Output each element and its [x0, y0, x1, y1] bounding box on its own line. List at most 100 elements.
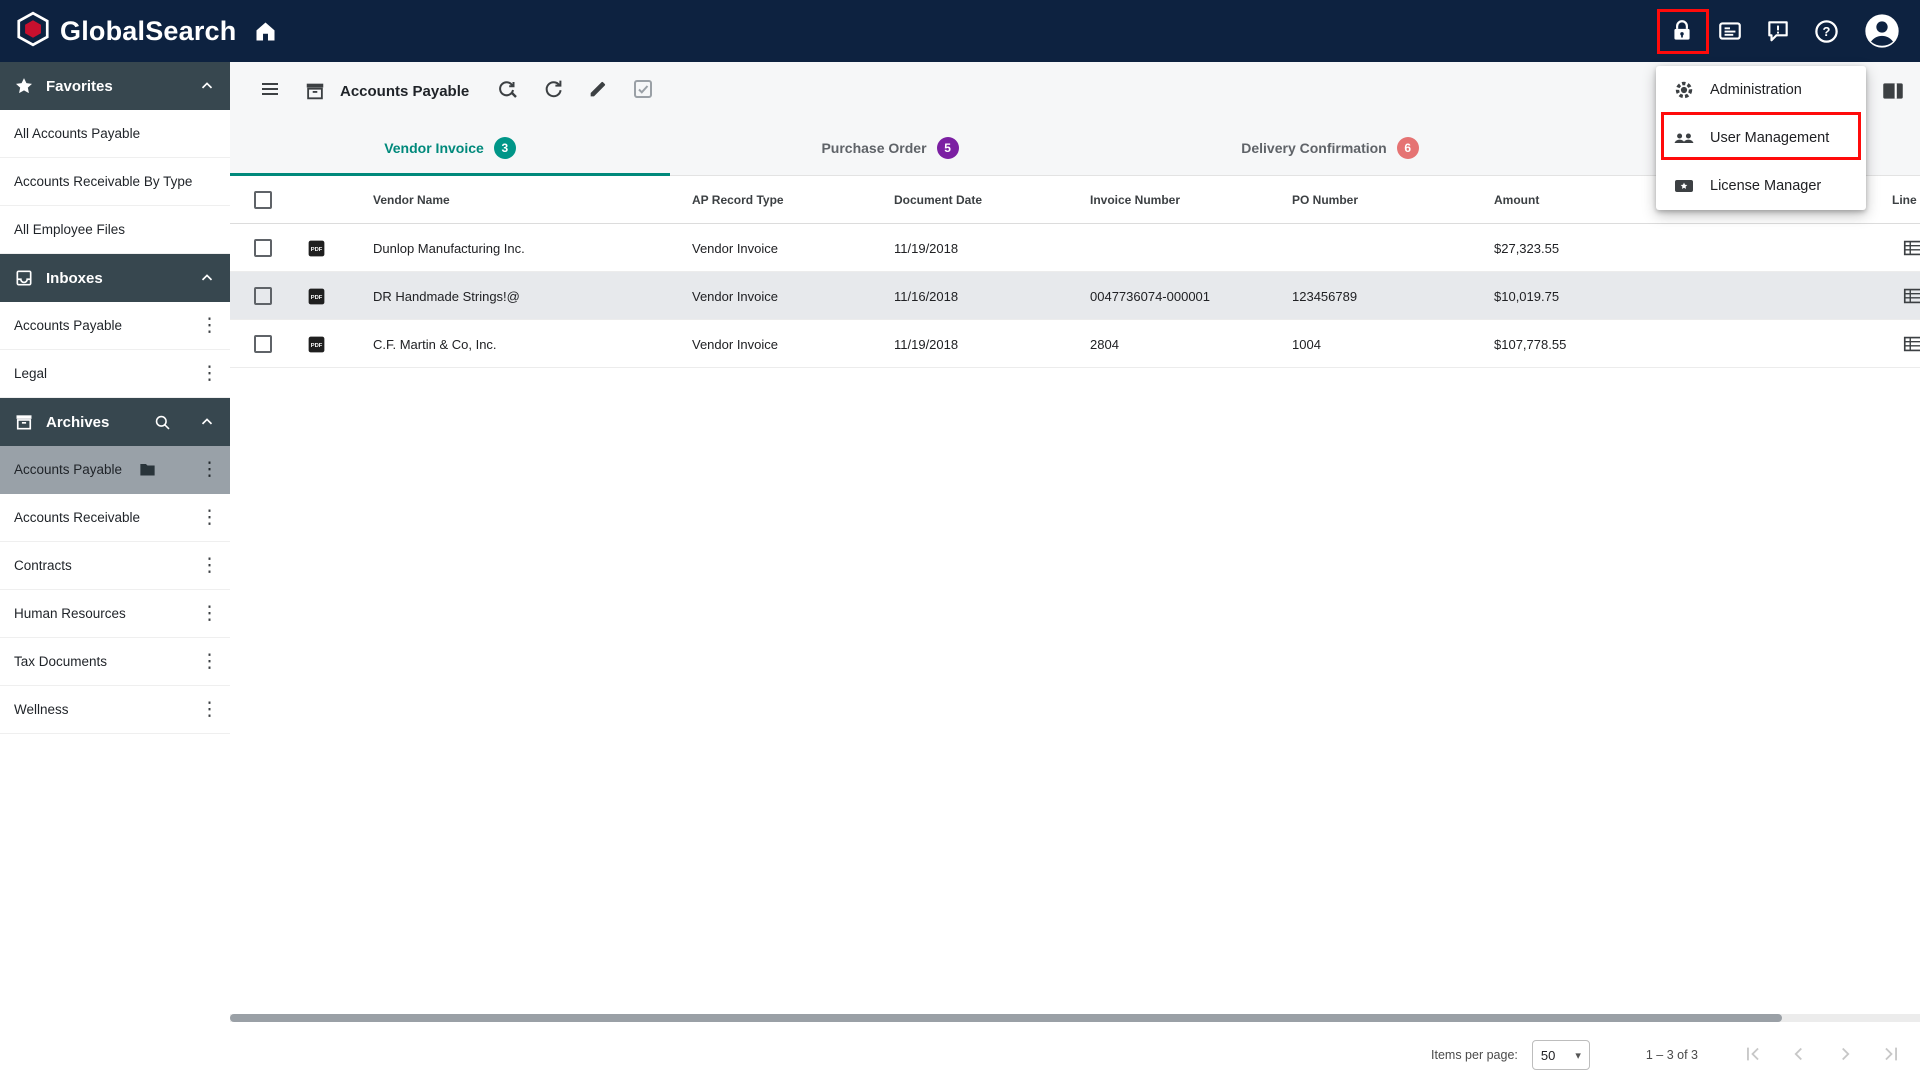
home-icon[interactable] [252, 0, 279, 62]
cell-document-date: 11/19/2018 [894, 240, 959, 256]
column-header-document-date[interactable]: Document Date [894, 176, 982, 224]
cell-po-number: 123456789 [1292, 288, 1358, 304]
archive-item-wellness[interactable]: Wellness ⋮ [0, 686, 230, 734]
svg-text:?: ? [1823, 24, 1831, 39]
last-page-icon[interactable] [1880, 1043, 1902, 1068]
archive-label: Accounts Payable [14, 462, 123, 477]
search-refresh-icon[interactable] [495, 77, 519, 106]
column-header-vendor-name[interactable]: Vendor Name [373, 176, 450, 224]
hamburger-menu-icon[interactable] [258, 77, 282, 106]
column-header-ap-record-type[interactable]: AP Record Type [692, 176, 784, 224]
tab-count-badge: 5 [936, 136, 959, 159]
account-icon[interactable] [1862, 11, 1902, 51]
table-row[interactable]: PDF Dunlop Manufacturing Inc. Vendor Inv… [230, 224, 1920, 272]
folder-icon [140, 463, 155, 476]
account-dropdown-menu: Administration User Management License M… [1656, 66, 1866, 210]
line-items-icon[interactable] [1902, 272, 1920, 320]
column-header-amount[interactable]: Amount [1494, 176, 1539, 224]
svg-text:PDF: PDF [311, 246, 323, 252]
refresh-icon[interactable] [541, 77, 565, 106]
menu-item-label: Administration [1710, 82, 1802, 98]
archive-item-tax-documents[interactable]: Tax Documents ⋮ [0, 638, 230, 686]
archive-icon [16, 415, 32, 430]
sidebar-section-favorites[interactable]: Favorites [0, 62, 230, 110]
items-per-page-label: Items per page: [1431, 1048, 1518, 1062]
menu-item-user-management[interactable]: User Management [1656, 114, 1866, 162]
cell-invoice-number: 0047736074-000001 [1090, 288, 1211, 304]
inbox-label: Accounts Payable [14, 318, 123, 333]
topbar: GlobalSearch ? [0, 0, 1920, 62]
feedback-icon[interactable] [1765, 18, 1791, 44]
pdf-icon[interactable]: PDF [306, 272, 327, 320]
favorite-label: Accounts Receivable By Type [14, 174, 193, 189]
tab-purchase-order[interactable]: Purchase Order 5 [670, 120, 1110, 175]
menu-item-license-manager[interactable]: License Manager [1656, 162, 1866, 210]
edit-icon[interactable] [587, 78, 609, 105]
tab-vendor-invoice[interactable]: Vendor Invoice 3 [230, 120, 670, 176]
next-page-icon[interactable] [1834, 1043, 1856, 1068]
sidebar: Favorites All Accounts Payable Accounts … [0, 62, 230, 1080]
sidebar-section-inboxes[interactable]: Inboxes [0, 254, 230, 302]
line-items-icon[interactable] [1902, 224, 1920, 272]
kebab-menu-icon[interactable]: ⋮ [200, 556, 219, 575]
menu-item-label: License Manager [1710, 178, 1822, 194]
sidebar-section-archives[interactable]: Archives [0, 398, 230, 446]
table-row[interactable]: PDF DR Handmade Strings!@ Vendor Invoice… [230, 272, 1920, 320]
row-checkbox[interactable] [254, 335, 272, 353]
inbox-item-legal[interactable]: Legal ⋮ [0, 350, 230, 398]
kebab-menu-icon[interactable]: ⋮ [200, 460, 219, 479]
card-list-icon[interactable] [1717, 18, 1743, 44]
topbar-actions: ? [1669, 0, 1902, 62]
favorite-item-accounts-receivable-by-type[interactable]: Accounts Receivable By Type [0, 158, 230, 206]
favorite-item-all-employee-files[interactable]: All Employee Files [0, 206, 230, 254]
kebab-menu-icon[interactable]: ⋮ [200, 652, 219, 671]
caret-down-icon: ▾ [1575, 1049, 1581, 1062]
scrollbar-thumb[interactable] [230, 1014, 1782, 1022]
kebab-menu-icon[interactable]: ⋮ [200, 604, 219, 623]
cell-amount: $27,323.55 [1494, 240, 1560, 256]
kebab-menu-icon[interactable]: ⋮ [200, 508, 219, 527]
archive-item-contracts[interactable]: Contracts ⋮ [0, 542, 230, 590]
favorite-label: All Employee Files [14, 222, 126, 237]
previous-page-icon[interactable] [1788, 1043, 1810, 1068]
tab-delivery-confirmation[interactable]: Delivery Confirmation 6 [1110, 120, 1550, 175]
column-header-line-items[interactable]: Line Items [1892, 176, 1920, 224]
chevron-up-icon [201, 418, 213, 425]
pdf-icon[interactable]: PDF [306, 320, 327, 368]
archive-item-accounts-receivable[interactable]: Accounts Receivable ⋮ [0, 494, 230, 542]
items-per-page-select[interactable]: 50 ▾ [1531, 1040, 1590, 1070]
help-icon[interactable]: ? [1813, 18, 1840, 45]
select-all-icon[interactable] [631, 77, 655, 106]
tab-label: Vendor Invoice [384, 139, 484, 156]
archive-item-accounts-payable[interactable]: Accounts Payable ⋮ [0, 446, 230, 494]
column-header-po-number[interactable]: PO Number [1292, 176, 1358, 224]
svg-text:PDF: PDF [311, 342, 323, 348]
kebab-menu-icon[interactable]: ⋮ [200, 700, 219, 719]
row-checkbox[interactable] [254, 287, 272, 305]
line-items-icon[interactable] [1902, 320, 1920, 368]
lock-icon[interactable] [1669, 18, 1695, 44]
tab-label: Delivery Confirmation [1241, 139, 1387, 156]
menu-item-administration[interactable]: Administration [1656, 66, 1866, 114]
chevron-up-icon [201, 82, 213, 89]
table-row[interactable]: PDF C.F. Martin & Co, Inc. Vendor Invoic… [230, 320, 1920, 368]
view-toggle-icon[interactable] [1880, 78, 1906, 109]
kebab-menu-icon[interactable]: ⋮ [200, 316, 219, 335]
cell-document-date: 11/19/2018 [894, 336, 959, 352]
select-all-checkbox[interactable] [254, 191, 272, 209]
cell-invoice-number: 2804 [1090, 336, 1119, 352]
pdf-icon[interactable]: PDF [306, 224, 327, 272]
horizontal-scrollbar[interactable] [230, 1014, 1920, 1022]
result-range-label: 1 – 3 of 3 [1645, 1048, 1698, 1062]
items-per-page-value: 50 [1540, 1047, 1556, 1063]
inbox-item-accounts-payable[interactable]: Accounts Payable ⋮ [0, 302, 230, 350]
app-logo: GlobalSearch [14, 0, 236, 62]
administration-icon [1675, 81, 1693, 99]
row-checkbox[interactable] [254, 239, 272, 257]
favorite-label: All Accounts Payable [14, 126, 141, 141]
favorite-item-all-accounts-payable[interactable]: All Accounts Payable [0, 110, 230, 158]
kebab-menu-icon[interactable]: ⋮ [200, 364, 219, 383]
archive-item-human-resources[interactable]: Human Resources ⋮ [0, 590, 230, 638]
column-header-invoice-number[interactable]: Invoice Number [1090, 176, 1180, 224]
first-page-icon[interactable] [1742, 1043, 1764, 1068]
